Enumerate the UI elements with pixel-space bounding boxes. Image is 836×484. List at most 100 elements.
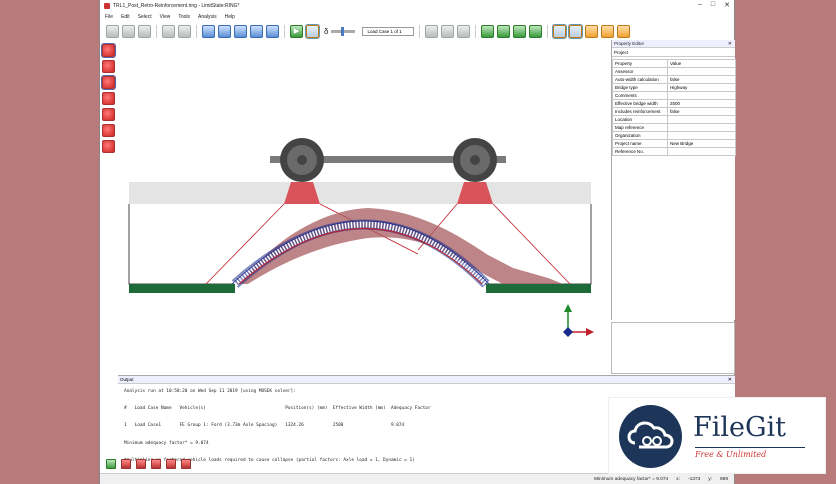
property-value[interactable]	[667, 147, 736, 156]
vehicle-tool-button-left[interactable]	[102, 140, 115, 153]
menu-tools[interactable]: Tools	[178, 14, 190, 20]
print-preview-button[interactable]	[178, 24, 191, 38]
view-green-icon[interactable]	[513, 24, 527, 38]
select-tool-button[interactable]	[202, 24, 215, 38]
status-x-value: -1373	[687, 476, 701, 482]
property-value[interactable]: Highway	[667, 83, 736, 92]
animate-button[interactable]	[305, 23, 320, 39]
geometry-tool-button[interactable]	[101, 43, 116, 58]
save-file-button[interactable]	[138, 24, 151, 38]
property-value[interactable]: false	[667, 75, 736, 84]
property-editor-title: Property Editor	[614, 41, 645, 46]
table-row[interactable]: Map reference	[612, 123, 736, 132]
table-row[interactable]: Location	[612, 115, 736, 124]
backfill-tool-button[interactable]	[102, 92, 115, 105]
minimize-button[interactable]: –	[698, 1, 702, 9]
menu-analysis[interactable]: Analysis	[198, 14, 217, 20]
watermark-divider	[695, 447, 805, 448]
open-file-button[interactable]	[122, 24, 135, 38]
toolbar: ▶ δ Load Case 1 of 1	[100, 22, 734, 40]
property-value[interactable]	[667, 91, 736, 100]
column-header-property: Property	[612, 59, 668, 68]
property-table: Property Value Assessor Auto-width calcu…	[612, 59, 736, 156]
bottom-tool-button[interactable]	[166, 459, 176, 469]
property-name: Location	[612, 115, 668, 124]
fill-tool-button[interactable]	[101, 75, 116, 90]
property-name: Includes reinforcement	[612, 107, 668, 116]
status-bar: Minimum adequacy factor* = 9.074 x: -137…	[100, 473, 734, 484]
bottom-tool-button[interactable]	[121, 459, 131, 469]
table-row[interactable]: Auto-width calculation false	[612, 75, 736, 84]
menu-file[interactable]: File	[105, 14, 113, 20]
load-tool-button[interactable]	[102, 124, 115, 137]
menu-help[interactable]: Help	[225, 14, 235, 20]
table-row[interactable]: Project name New Bridge	[612, 139, 736, 148]
bottom-toolbar	[106, 457, 191, 471]
property-value[interactable]	[667, 115, 736, 124]
load-case-select[interactable]: Load Case 1 of 1	[362, 26, 415, 36]
surfacing-tool-button[interactable]	[102, 108, 115, 121]
vehicle-tool-button[interactable]	[266, 24, 279, 38]
report-button[interactable]	[106, 459, 116, 469]
property-value[interactable]: 2500	[667, 99, 736, 108]
property-section: Project	[612, 48, 735, 57]
display-orange-icon[interactable]	[585, 24, 599, 38]
property-value[interactable]: New Bridge	[667, 139, 736, 148]
print-button[interactable]	[162, 24, 175, 38]
tool-wrench-icon[interactable]	[425, 24, 439, 38]
wheel-right	[453, 138, 497, 182]
new-file-button[interactable]	[106, 24, 119, 38]
tool-wrench-icon[interactable]	[441, 24, 455, 38]
zoom-tool-button[interactable]	[218, 24, 231, 38]
table-row[interactable]: Assessor	[612, 67, 736, 76]
display-orange-icon[interactable]	[568, 23, 584, 39]
window-title: TRL1_Post_Retro-Reinforcement.ring - Lim…	[113, 3, 240, 9]
maximize-button[interactable]: □	[711, 1, 715, 9]
close-icon[interactable]: ✕	[728, 41, 732, 47]
property-value[interactable]	[667, 123, 736, 132]
table-row[interactable]: Reference No.	[612, 147, 736, 156]
run-analysis-button[interactable]: ▶	[290, 24, 303, 38]
property-value[interactable]: false	[667, 107, 736, 116]
display-orange-icon[interactable]	[552, 23, 568, 39]
display-orange-icon[interactable]	[617, 24, 631, 38]
displacement-slider[interactable]	[331, 26, 356, 36]
pan-tool-button[interactable]	[250, 24, 263, 38]
table-header-row: Property Value	[612, 59, 736, 68]
menu-edit[interactable]: Edit	[121, 14, 130, 20]
close-button[interactable]: ✕	[724, 1, 730, 9]
view-green-icon[interactable]	[529, 24, 543, 38]
left-toolbar	[101, 43, 116, 153]
bottom-tool-button[interactable]	[136, 459, 146, 469]
property-name: Effective bridge width	[612, 99, 668, 108]
table-row[interactable]: Bridge type Highway	[612, 83, 736, 92]
menu-view[interactable]: View	[160, 14, 171, 20]
slider-thumb[interactable]	[341, 26, 345, 36]
bottom-tool-button[interactable]	[181, 459, 191, 469]
bottom-tool-button[interactable]	[151, 459, 161, 469]
table-row[interactable]: Comments	[612, 91, 736, 100]
material-tool-button[interactable]	[102, 60, 115, 73]
view-green-icon[interactable]	[481, 24, 495, 38]
zoom-extents-button[interactable]	[234, 24, 247, 38]
menu-bar: File Edit Select View Tools Analysis Hel…	[100, 12, 734, 22]
tool-wrench-icon[interactable]	[457, 24, 471, 38]
table-row[interactable]: Organization	[612, 131, 736, 140]
property-description-pane	[611, 322, 735, 374]
property-name: Project name	[612, 139, 668, 148]
property-value[interactable]	[667, 67, 736, 76]
column-header-value: Value	[667, 59, 736, 68]
display-orange-icon[interactable]	[601, 24, 615, 38]
menu-select[interactable]: Select	[138, 14, 152, 20]
bridge-canvas[interactable]	[118, 40, 610, 374]
property-value[interactable]	[667, 131, 736, 140]
bridge-drawing[interactable]	[118, 40, 610, 374]
status-y-label: y:	[708, 476, 712, 482]
close-icon[interactable]: ✕	[728, 377, 732, 383]
view-green-icon[interactable]	[497, 24, 511, 38]
table-row[interactable]: Includes reinforcement false	[612, 107, 736, 116]
toolbar-separator	[475, 24, 477, 38]
output-header: Output ✕	[118, 376, 735, 384]
table-row[interactable]: Effective bridge width 2500	[612, 99, 736, 108]
title-bar: TRL1_Post_Retro-Reinforcement.ring - Lim…	[100, 0, 734, 12]
